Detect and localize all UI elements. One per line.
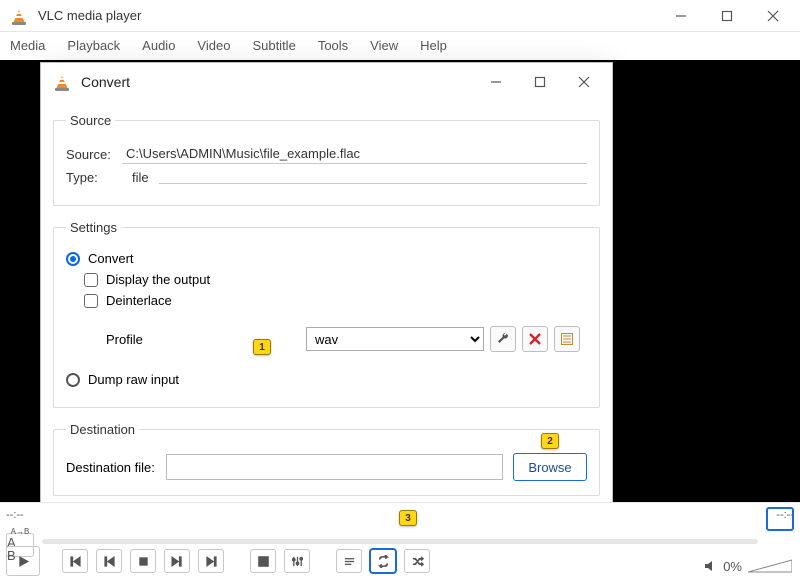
profile-label: Profile [106, 332, 306, 347]
marker-1: 1 [253, 339, 271, 355]
dump-raw-label: Dump raw input [88, 372, 179, 387]
main-window-title: VLC media player [38, 8, 141, 23]
previous-button[interactable] [96, 549, 122, 573]
next-button[interactable] [164, 549, 190, 573]
marker-2: 2 [541, 433, 559, 449]
shuffle-button[interactable] [404, 549, 430, 573]
main-close-button[interactable] [750, 0, 796, 32]
menu-help[interactable]: Help [420, 38, 447, 53]
source-group: Source Source: C:\Users\ADMIN\Music\file… [53, 113, 600, 206]
checkbox-icon [84, 294, 98, 308]
dialog-title: Convert [81, 74, 130, 90]
playlist-button[interactable] [336, 549, 362, 573]
x-red-icon [528, 332, 542, 346]
loop-button[interactable] [370, 549, 396, 573]
seek-bar[interactable] [42, 539, 758, 544]
destination-legend: Destination [66, 422, 139, 437]
settings-group: Settings Convert Display the output Dein… [53, 220, 600, 408]
marker-3: 3 [399, 510, 417, 526]
convert-radio-label: Convert [88, 251, 134, 266]
vlc-cone-icon [10, 7, 28, 25]
display-output-checkbox[interactable]: Display the output [84, 272, 587, 287]
dialog-minimize-button[interactable] [474, 63, 518, 101]
new-profile-button[interactable] [554, 326, 580, 352]
new-list-icon [560, 332, 574, 346]
display-output-label: Display the output [106, 272, 210, 287]
destination-group: Destination 2 Destination file: Browse [53, 422, 600, 496]
time-elapsed: --:-- [6, 509, 24, 521]
play-button[interactable] [6, 546, 40, 576]
profile-select[interactable]: wav [306, 327, 484, 351]
menu-media[interactable]: Media [10, 38, 45, 53]
dialog-titlebar[interactable]: Convert [41, 63, 612, 101]
wrench-icon [496, 332, 510, 346]
speaker-icon [703, 559, 717, 573]
convert-radio-row[interactable]: Convert [66, 251, 587, 266]
menu-subtitle[interactable]: Subtitle [252, 38, 295, 53]
menubar: Media Playback Audio Video Subtitle Tool… [0, 32, 800, 62]
volume-percent: 0% [723, 559, 742, 574]
type-underline [159, 183, 587, 184]
menu-playback[interactable]: Playback [67, 38, 120, 53]
menu-tools[interactable]: Tools [318, 38, 348, 53]
type-label: Type: [66, 170, 122, 185]
deinterlace-checkbox[interactable]: Deinterlace [84, 293, 587, 308]
extended-settings-button[interactable] [284, 549, 310, 573]
dialog-close-button[interactable] [562, 63, 606, 101]
destination-label: Destination file: [66, 460, 166, 475]
skip-forward-end-button[interactable] [198, 549, 224, 573]
dialog-maximize-button[interactable] [518, 63, 562, 101]
browse-button[interactable]: Browse [513, 453, 587, 481]
radio-icon [66, 373, 80, 387]
edit-profile-button[interactable] [490, 326, 516, 352]
delete-profile-button[interactable] [522, 326, 548, 352]
fullscreen-button[interactable] [250, 549, 276, 573]
main-window-titlebar: VLC media player [0, 0, 800, 32]
type-value: file [132, 170, 149, 185]
main-maximize-button[interactable] [704, 0, 750, 32]
menu-view[interactable]: View [370, 38, 398, 53]
volume-slider[interactable] [748, 558, 792, 574]
settings-legend: Settings [66, 220, 121, 235]
radio-icon [66, 252, 80, 266]
corner-indicator [766, 507, 794, 531]
source-legend: Source [66, 113, 115, 128]
skip-back-start-button[interactable] [62, 549, 88, 573]
checkbox-icon [84, 273, 98, 287]
main-minimize-button[interactable] [658, 0, 704, 32]
dump-raw-radio-row[interactable]: Dump raw input [66, 372, 587, 387]
vlc-cone-icon [53, 73, 71, 91]
menu-audio[interactable]: Audio [142, 38, 175, 53]
source-value: C:\Users\ADMIN\Music\file_example.flac [122, 144, 587, 164]
menu-video[interactable]: Video [197, 38, 230, 53]
source-label: Source: [66, 147, 122, 162]
stop-button[interactable] [130, 549, 156, 573]
deinterlace-label: Deinterlace [106, 293, 172, 308]
destination-file-input[interactable] [166, 454, 503, 480]
convert-dialog: Convert Source Source: C:\Users\ADMIN\Mu… [40, 62, 613, 561]
